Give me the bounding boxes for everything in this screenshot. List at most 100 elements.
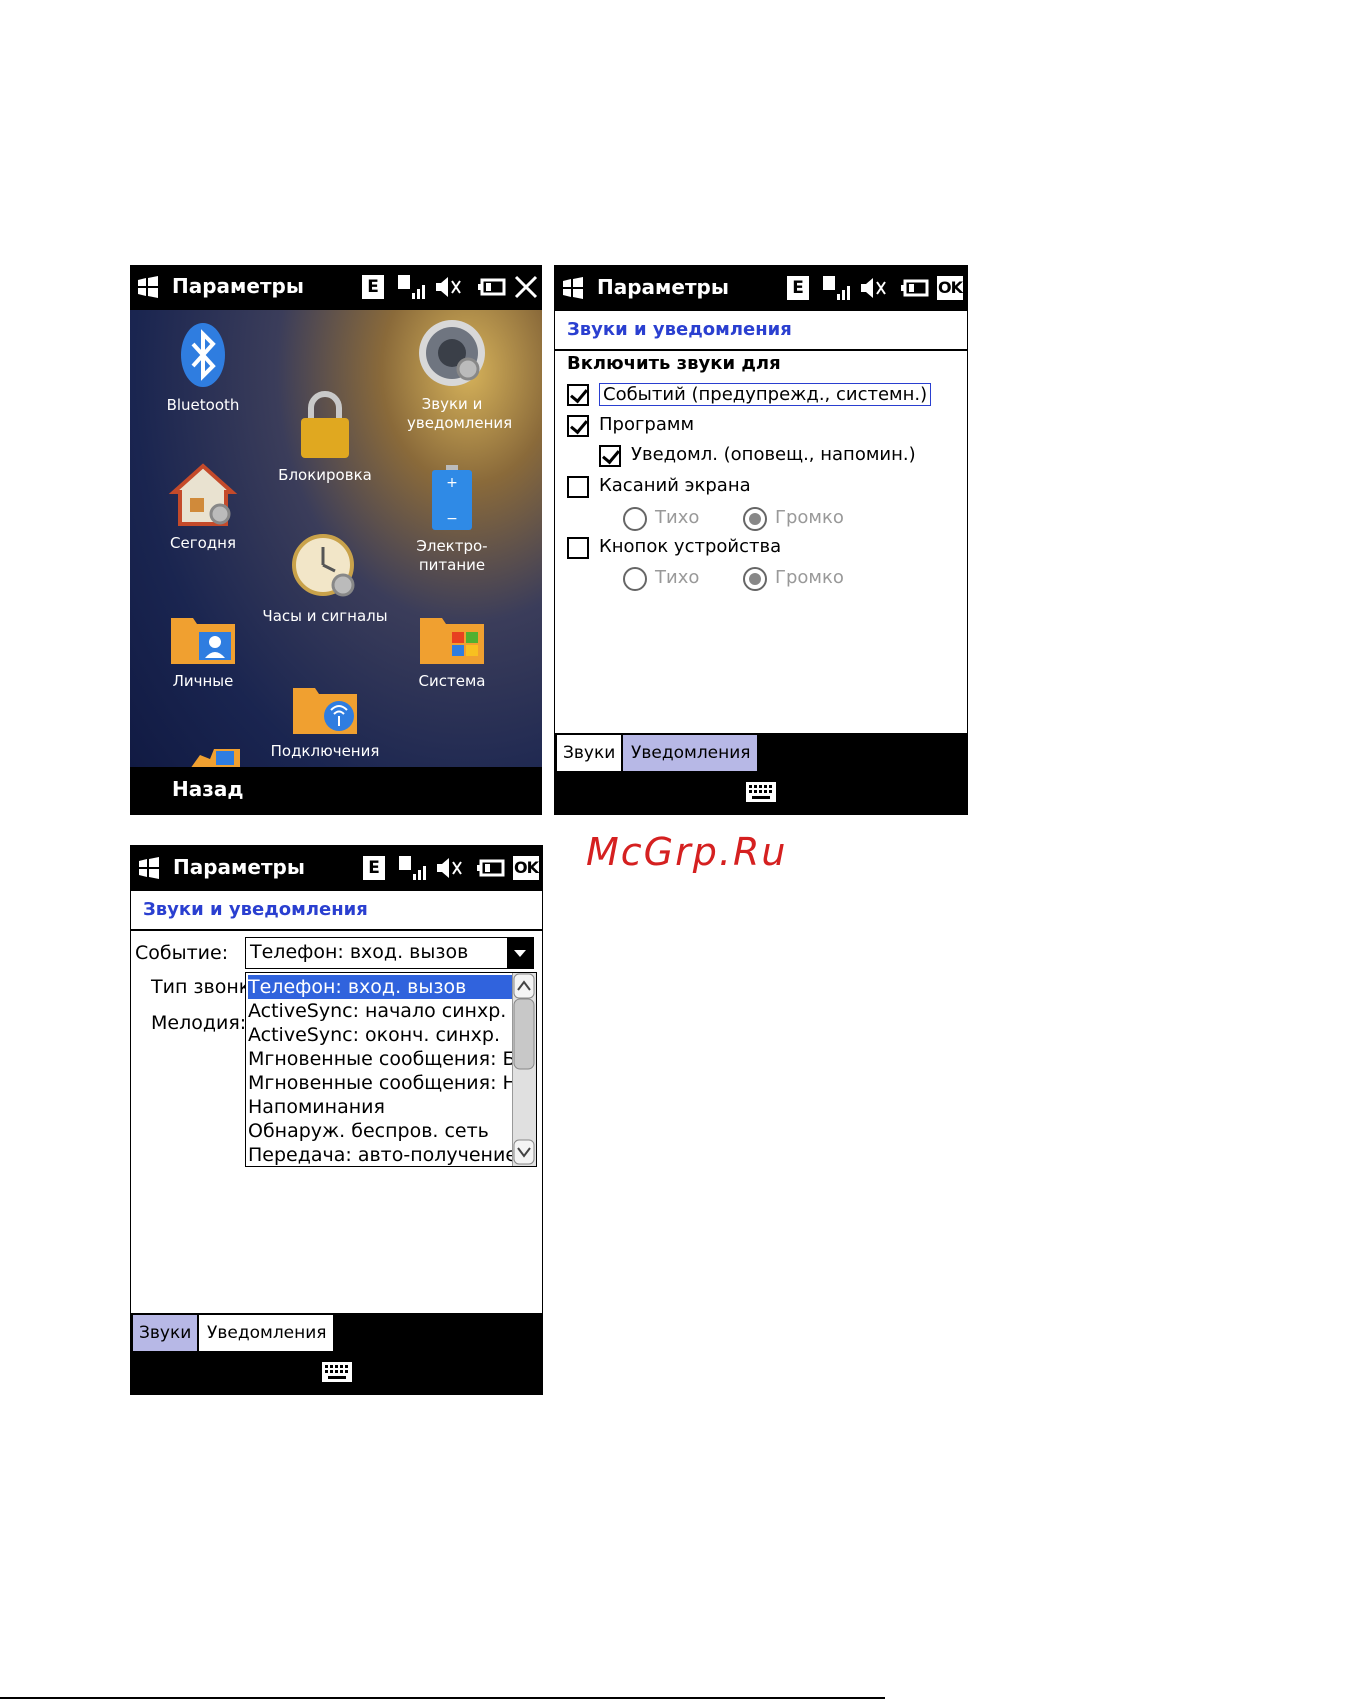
radio-circle[interactable] [743,567,767,591]
list-item[interactable]: Обнаруж. беспров. сеть [248,1119,489,1143]
signal-strength-icon[interactable] [398,275,428,299]
volume-muted-icon[interactable] [435,856,463,880]
battery-icon: + − [432,465,472,530]
notifications-settings-screen: Параметры E OK Звуки и уведомления Событ… [130,845,543,1395]
battery-status-icon[interactable] [901,276,929,300]
ring-type-label: Тип звонк [151,976,251,998]
battery-status-icon[interactable] [477,856,505,880]
checkbox-label: Событий (предупрежд., системн.) [599,383,932,406]
windows-start-icon[interactable] [136,275,160,299]
volume-muted-icon[interactable] [859,276,887,300]
radio-circle[interactable] [623,507,647,531]
event-dropdown[interactable]: Телефон: вход. вызов [245,937,534,969]
signal-strength-icon[interactable] [399,856,429,880]
keyboard-icon[interactable] [321,1362,352,1382]
tab-sounds[interactable]: Звуки [133,1315,198,1351]
bluetooth-icon [181,323,225,387]
softkey-bar [131,1351,542,1394]
edge-network-icon[interactable]: E [362,275,384,299]
app-connections[interactable]: Подключения [255,680,395,761]
app-label: Bluetooth [166,396,240,414]
checkbox-label: Уведомл. (оповещ., напомин.) [631,444,916,465]
ok-button[interactable]: OK [937,276,963,300]
melody-label: Мелодия: [151,1012,247,1034]
title-bar: Параметры E OK [555,266,967,311]
list-item[interactable]: Телефон: вход. вызов [248,975,512,999]
list-item[interactable]: Мгновенные сообщения: Н [248,1071,517,1095]
radio-label: Тихо [655,507,700,528]
app-lock[interactable]: Блокировка [255,390,395,485]
svg-text:+: + [446,475,458,491]
page-header: Звуки и уведомления [555,311,967,351]
checkbox-box[interactable] [567,476,589,498]
window-title: Параметры [173,855,305,879]
checkbox-box[interactable] [567,415,589,437]
radio-circle[interactable] [623,567,647,591]
keyboard-icon[interactable] [746,782,776,802]
checkbox-box[interactable] [567,384,589,406]
window-title: Параметры [172,274,304,298]
event-label: Событие: [135,942,229,964]
radio-circle[interactable] [743,507,767,531]
dropdown-arrow[interactable] [507,938,533,968]
ok-button[interactable]: OK [513,856,539,880]
tab-strip: Звуки Уведомления [555,733,967,771]
title-bar: Параметры E [130,265,542,310]
list-item[interactable]: ActiveSync: оконч. синхр. [248,1023,500,1047]
app-label: Система [418,672,486,690]
scrollbar[interactable] [512,973,536,1166]
list-item[interactable]: ActiveSync: начало синхр. [248,999,506,1023]
edge-network-icon[interactable]: E [363,856,385,880]
back-softkey[interactable]: Назад [172,777,244,801]
house-icon [168,463,238,526]
battery-status-icon[interactable] [478,275,506,299]
tab-notifications[interactable]: Уведомления [199,1315,333,1351]
app-label: Звуки и уведомления [407,395,513,432]
app-today[interactable]: Сегодня [133,460,273,553]
close-icon[interactable] [514,275,538,299]
checkbox-box[interactable] [599,445,621,467]
section-title: Включить звуки для [567,353,781,374]
padlock-icon [301,391,349,458]
settings-screen: Параметры E Bluetooth Звуки и уведомлени… [130,265,542,815]
watermark: McGrp.Ru [586,830,788,874]
volume-muted-icon[interactable] [434,275,462,299]
page-title: Звуки и уведомления [567,319,792,340]
app-label: Сегодня [170,534,236,552]
app-clock[interactable]: Часы и сигналы [255,533,395,626]
connections-folder-icon [293,688,357,734]
sounds-settings-screen: Параметры E OK Звуки и уведомления Включ… [554,265,968,815]
checkbox-box[interactable] [567,537,589,559]
radio-label: Тихо [655,567,700,588]
app-label: Блокировка [278,466,372,484]
page-title: Звуки и уведомления [143,899,368,920]
page-header: Звуки и уведомления [131,891,542,931]
app-sounds[interactable]: Звуки и уведомления [382,317,522,433]
app-bluetooth[interactable]: Bluetooth [133,320,273,415]
checkbox-label: Программ [599,414,695,435]
list-item[interactable]: Передача: авто-получение [248,1143,517,1166]
event-dropdown-list: Телефон: вход. вызов ActiveSync: начало … [245,972,537,1167]
radio-label: Громко [775,507,844,528]
app-system[interactable]: Система [382,610,522,691]
checkbox-label: Кнопок устройства [599,536,782,557]
app-power[interactable]: + − Электро-питание [382,465,522,575]
event-dropdown-value: Телефон: вход. вызов [250,941,469,963]
tab-sounds[interactable]: Звуки [557,735,622,771]
svg-text:−: − [446,511,458,527]
personal-folder-icon [171,618,235,664]
list-item[interactable]: Мгновенные сообщения: Б [248,1047,516,1071]
tab-notifications[interactable]: Уведомления [623,735,757,771]
speaker-gear-icon [419,320,485,386]
edge-network-icon[interactable]: E [787,276,809,300]
windows-start-icon[interactable] [137,856,161,880]
app-personal[interactable]: Личные [133,610,273,691]
list-item[interactable]: Напоминания [248,1095,385,1119]
app-label: Подключения [270,742,380,760]
clock-icon [292,534,355,597]
app-label: Личные [172,672,234,690]
softkey-bar [555,771,967,814]
system-folder-icon [420,618,484,664]
signal-strength-icon[interactable] [823,276,853,300]
windows-start-icon[interactable] [561,276,585,300]
